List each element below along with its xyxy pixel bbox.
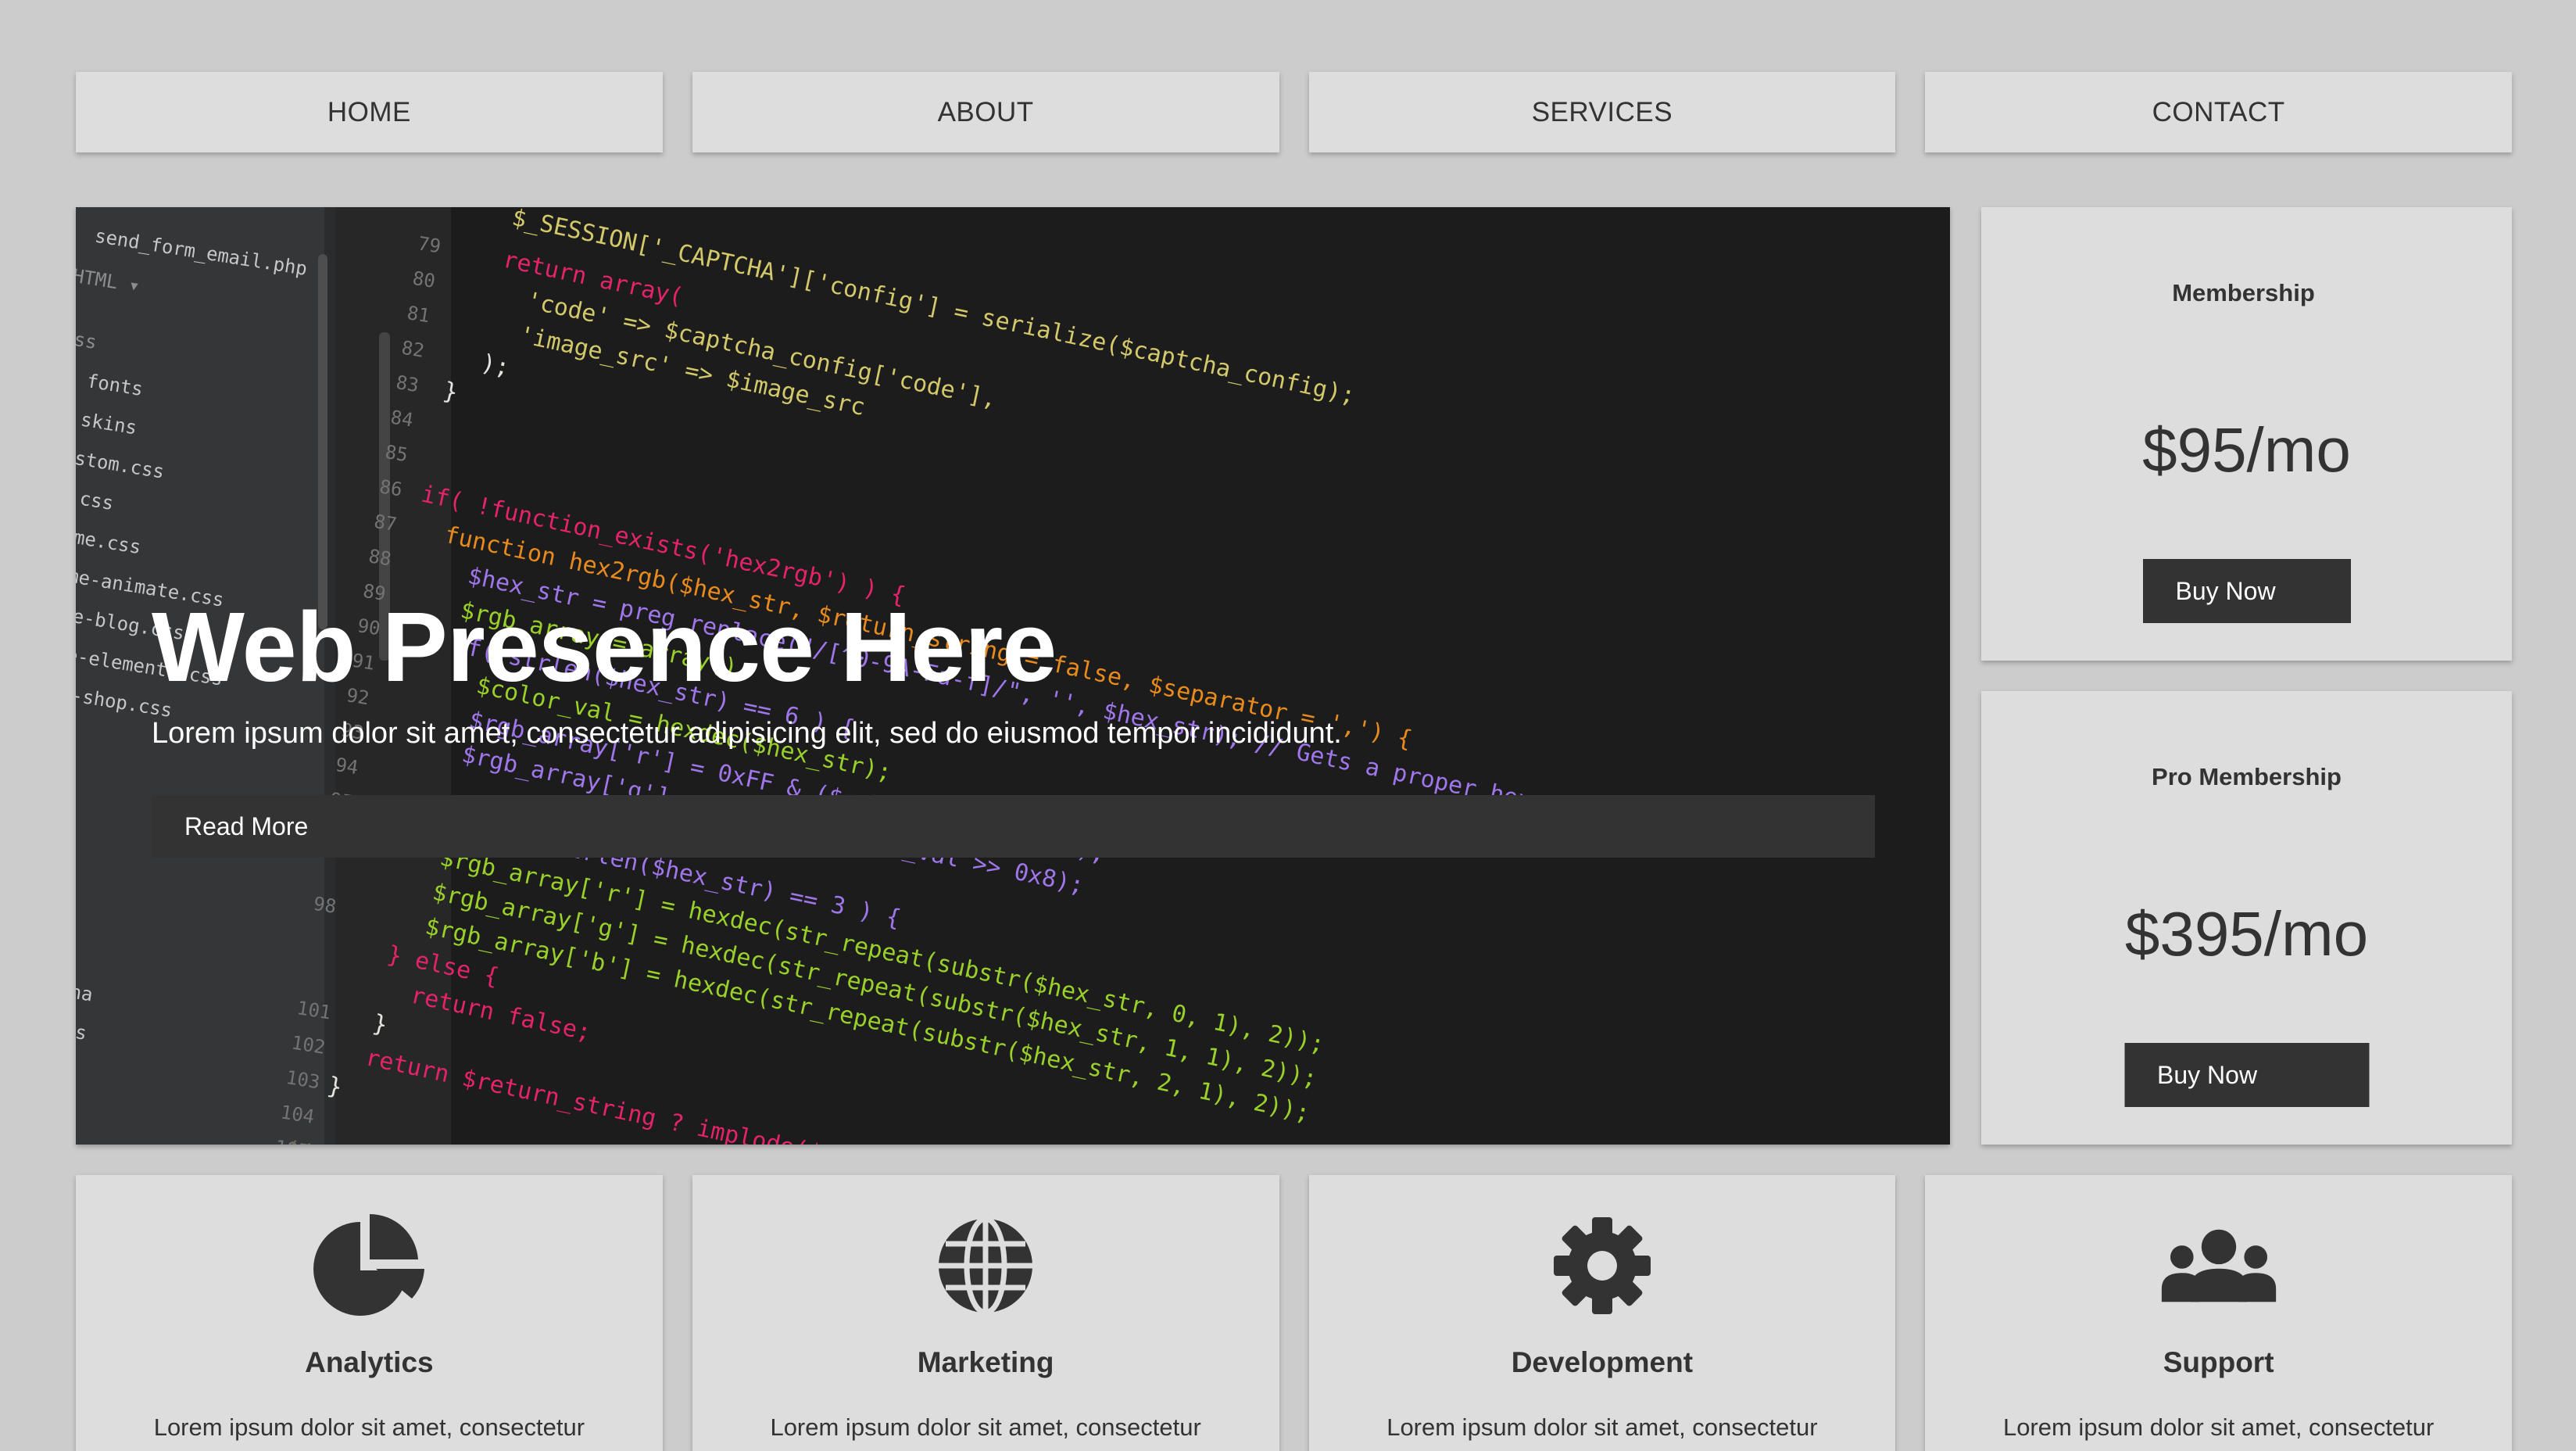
gear-icon bbox=[1544, 1213, 1661, 1319]
feature-text: Lorem ipsum dolor sit amet, consectetur bbox=[1386, 1413, 1818, 1441]
nav-item-home[interactable]: HOME bbox=[76, 72, 663, 152]
users-icon bbox=[2160, 1213, 2277, 1319]
pie-chart-icon bbox=[310, 1213, 428, 1319]
feature-text: Lorem ipsum dolor sit amet, consectetur bbox=[2002, 1413, 2435, 1441]
nav-item-services[interactable]: SERVICES bbox=[1308, 72, 1896, 152]
pricing-plan-name: Pro Membership bbox=[2152, 763, 2342, 790]
pricing-plan-price: $395/mo bbox=[2124, 899, 2369, 969]
pricing-plan-name: Membership bbox=[2172, 279, 2315, 306]
buy-now-button[interactable]: Buy Now bbox=[2142, 559, 2351, 623]
hero-banner: send_form_email.php HTML ▾ css ▸ fonts ▸… bbox=[76, 207, 1950, 1145]
buy-now-button[interactable]: Buy Now bbox=[2124, 1043, 2369, 1107]
feature-title: Development bbox=[1511, 1346, 1694, 1378]
globe-icon bbox=[927, 1213, 1044, 1319]
feature-title: Marketing bbox=[917, 1346, 1054, 1378]
feature-text: Lorem ipsum dolor sit amet, consectetur bbox=[153, 1413, 585, 1441]
feature-text: Lorem ipsum dolor sit amet, consectetur bbox=[770, 1413, 1201, 1441]
feature-title: Analytics bbox=[305, 1346, 434, 1378]
feature-card-support: Support Lorem ipsum dolor sit amet, cons… bbox=[1925, 1175, 2512, 1451]
hero-title: Web Presence Here bbox=[152, 592, 1057, 702]
page: HOME ABOUT SERVICES CONTACT send_form_em… bbox=[0, 0, 2576, 1451]
nav-item-about[interactable]: ABOUT bbox=[692, 72, 1279, 152]
pricing-plan-price: $95/mo bbox=[2142, 415, 2351, 485]
hero-subtitle: Lorem ipsum dolor sit amet, consectetur … bbox=[152, 717, 1342, 750]
features-row: Analytics Lorem ipsum dolor sit amet, co… bbox=[76, 1175, 2512, 1451]
pricing-card-membership: Membership $95/mo Buy Now bbox=[1981, 207, 2512, 661]
feature-card-marketing: Marketing Lorem ipsum dolor sit amet, co… bbox=[692, 1175, 1279, 1451]
feature-card-analytics: Analytics Lorem ipsum dolor sit amet, co… bbox=[76, 1175, 663, 1451]
pricing-card-pro-membership: Pro Membership $395/mo Buy Now bbox=[1981, 691, 2512, 1145]
feature-card-development: Development Lorem ipsum dolor sit amet, … bbox=[1308, 1175, 1896, 1451]
read-more-button[interactable]: Read More bbox=[152, 795, 1875, 858]
feature-title: Support bbox=[2163, 1346, 2274, 1378]
top-nav: HOME ABOUT SERVICES CONTACT bbox=[76, 72, 2512, 152]
nav-item-contact[interactable]: CONTACT bbox=[1925, 72, 2512, 152]
